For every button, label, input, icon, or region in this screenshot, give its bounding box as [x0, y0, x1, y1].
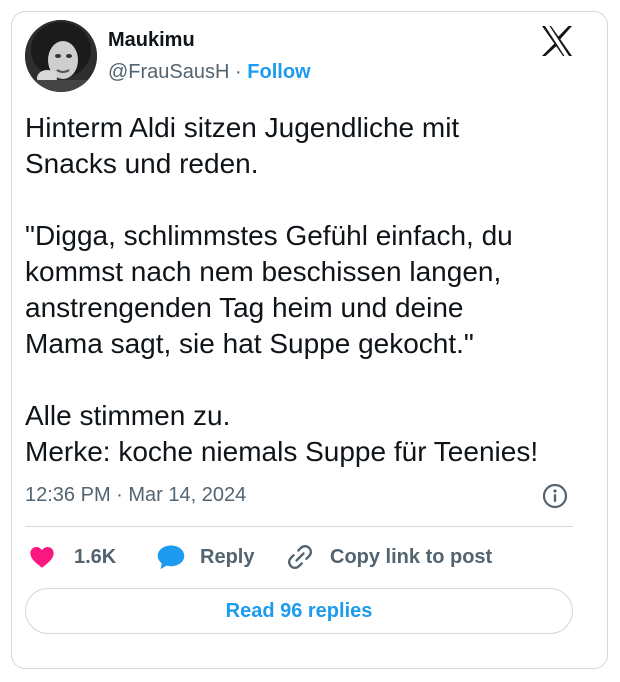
author-handle-row: @FrauSausH · Follow — [108, 60, 311, 84]
like-count: 1.6K — [74, 546, 117, 568]
heart-icon — [30, 546, 54, 568]
copy-link-label: Copy link to post — [330, 546, 493, 568]
author-avatar[interactable] — [25, 20, 97, 92]
reply-label: Reply — [200, 546, 255, 568]
read-replies-button[interactable]: Read 96 replies — [25, 588, 573, 634]
like-button[interactable]: 1.6K — [28, 543, 116, 571]
copy-link-button[interactable]: Copy link to post — [286, 543, 492, 571]
info-icon[interactable] — [542, 483, 568, 509]
link-icon — [287, 544, 313, 570]
handle-separator: · — [235, 61, 242, 83]
reply-button[interactable]: Reply — [156, 543, 254, 571]
tweet-text: Hinterm Aldi sitzen Jugendliche mit Snac… — [25, 112, 539, 467]
follow-button[interactable]: Follow — [247, 61, 310, 83]
read-replies-label: Read 96 replies — [225, 599, 373, 622]
tweet-timestamp[interactable]: 12:36 PM · Mar 14, 2024 — [25, 483, 246, 507]
author-name[interactable]: Maukimu — [108, 28, 195, 52]
speech-bubble-icon — [157, 545, 185, 570]
divider — [25, 526, 573, 527]
x-logo-icon[interactable] — [541, 26, 573, 56]
author-handle[interactable]: @FrauSausH — [108, 61, 229, 83]
